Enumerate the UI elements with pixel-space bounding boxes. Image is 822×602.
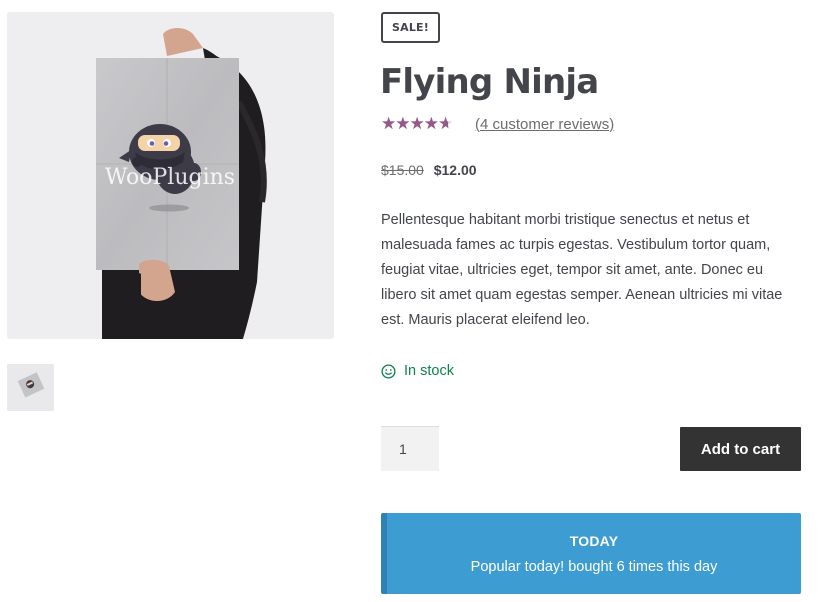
customer-reviews-link[interactable]: (4 customer reviews)	[475, 116, 614, 133]
quantity-input[interactable]	[381, 426, 439, 471]
stock-status: In stock	[381, 361, 454, 381]
ninja-poster-thumbnail-image	[7, 364, 54, 411]
star-rating-filled: ★★★★★	[381, 115, 449, 133]
product-thumbnail[interactable]	[7, 364, 54, 411]
popular-today-notice: TODAY Popular today! bought 6 times this…	[381, 513, 801, 594]
star-rating: ★★★★★ ★★★★★	[381, 115, 465, 133]
smile-icon	[381, 363, 396, 379]
sale-price: $12.00	[433, 162, 477, 178]
product-main-image[interactable]: WooPlugins	[7, 12, 334, 339]
popular-today-text: Popular today! bought 6 times this day	[470, 559, 718, 575]
product-short-description: Pellentesque habitant morbi tristique se…	[381, 212, 783, 328]
stock-text: In stock	[404, 363, 454, 379]
watermark-text: WooPlugins	[105, 165, 235, 190]
original-price: $15.00	[381, 162, 424, 178]
sale-badge: SALE!	[381, 12, 440, 43]
product-rating: ★★★★★ ★★★★★ (4 customer reviews)	[381, 113, 614, 135]
popular-today-title: TODAY	[569, 533, 619, 549]
add-to-cart-button[interactable]: Add to cart	[680, 427, 801, 471]
product-price: $15.00 $12.00	[381, 160, 477, 180]
product-title: Flying Ninja	[380, 62, 599, 102]
ninja-poster-illustration: WooPlugins	[96, 28, 267, 339]
